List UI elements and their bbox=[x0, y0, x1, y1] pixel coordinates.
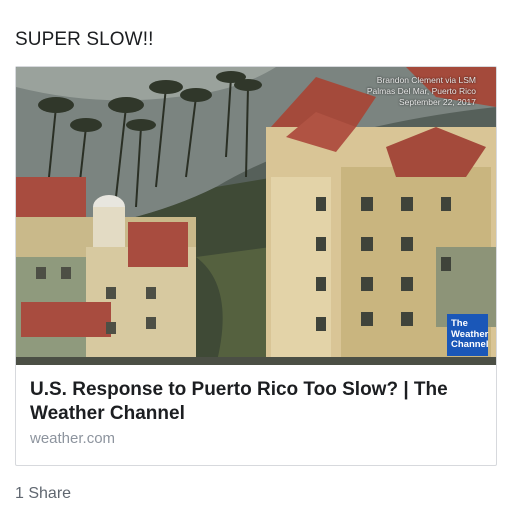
link-info[interactable]: U.S. Response to Puerto Rico Too Slow? |… bbox=[16, 365, 496, 447]
logo-line: Channel bbox=[451, 339, 489, 350]
logo-line: The bbox=[451, 318, 468, 329]
share-count[interactable]: 1 Share bbox=[15, 485, 71, 503]
credit-line: Brandon Clement via LSM bbox=[376, 75, 476, 85]
link-preview-card[interactable]: Brandon Clement via LSM Palmas Del Mar, … bbox=[15, 66, 497, 466]
article-headline[interactable]: U.S. Response to Puerto Rico Too Slow? |… bbox=[30, 378, 482, 426]
photo-credit: Brandon Clement via LSM Palmas Del Mar, … bbox=[367, 75, 476, 108]
article-domain: weather.com bbox=[30, 430, 116, 447]
article-thumbnail[interactable]: Brandon Clement via LSM Palmas Del Mar, … bbox=[16, 67, 496, 365]
credit-line: September 22, 2017 bbox=[398, 97, 476, 107]
weather-channel-logo: The Weather Channel bbox=[447, 314, 488, 356]
post-text: SUPER SLOW!! bbox=[15, 29, 154, 50]
credit-line: Palmas Del Mar, Puerto Rico bbox=[366, 86, 476, 96]
aerial-photo-illustration bbox=[16, 67, 496, 365]
